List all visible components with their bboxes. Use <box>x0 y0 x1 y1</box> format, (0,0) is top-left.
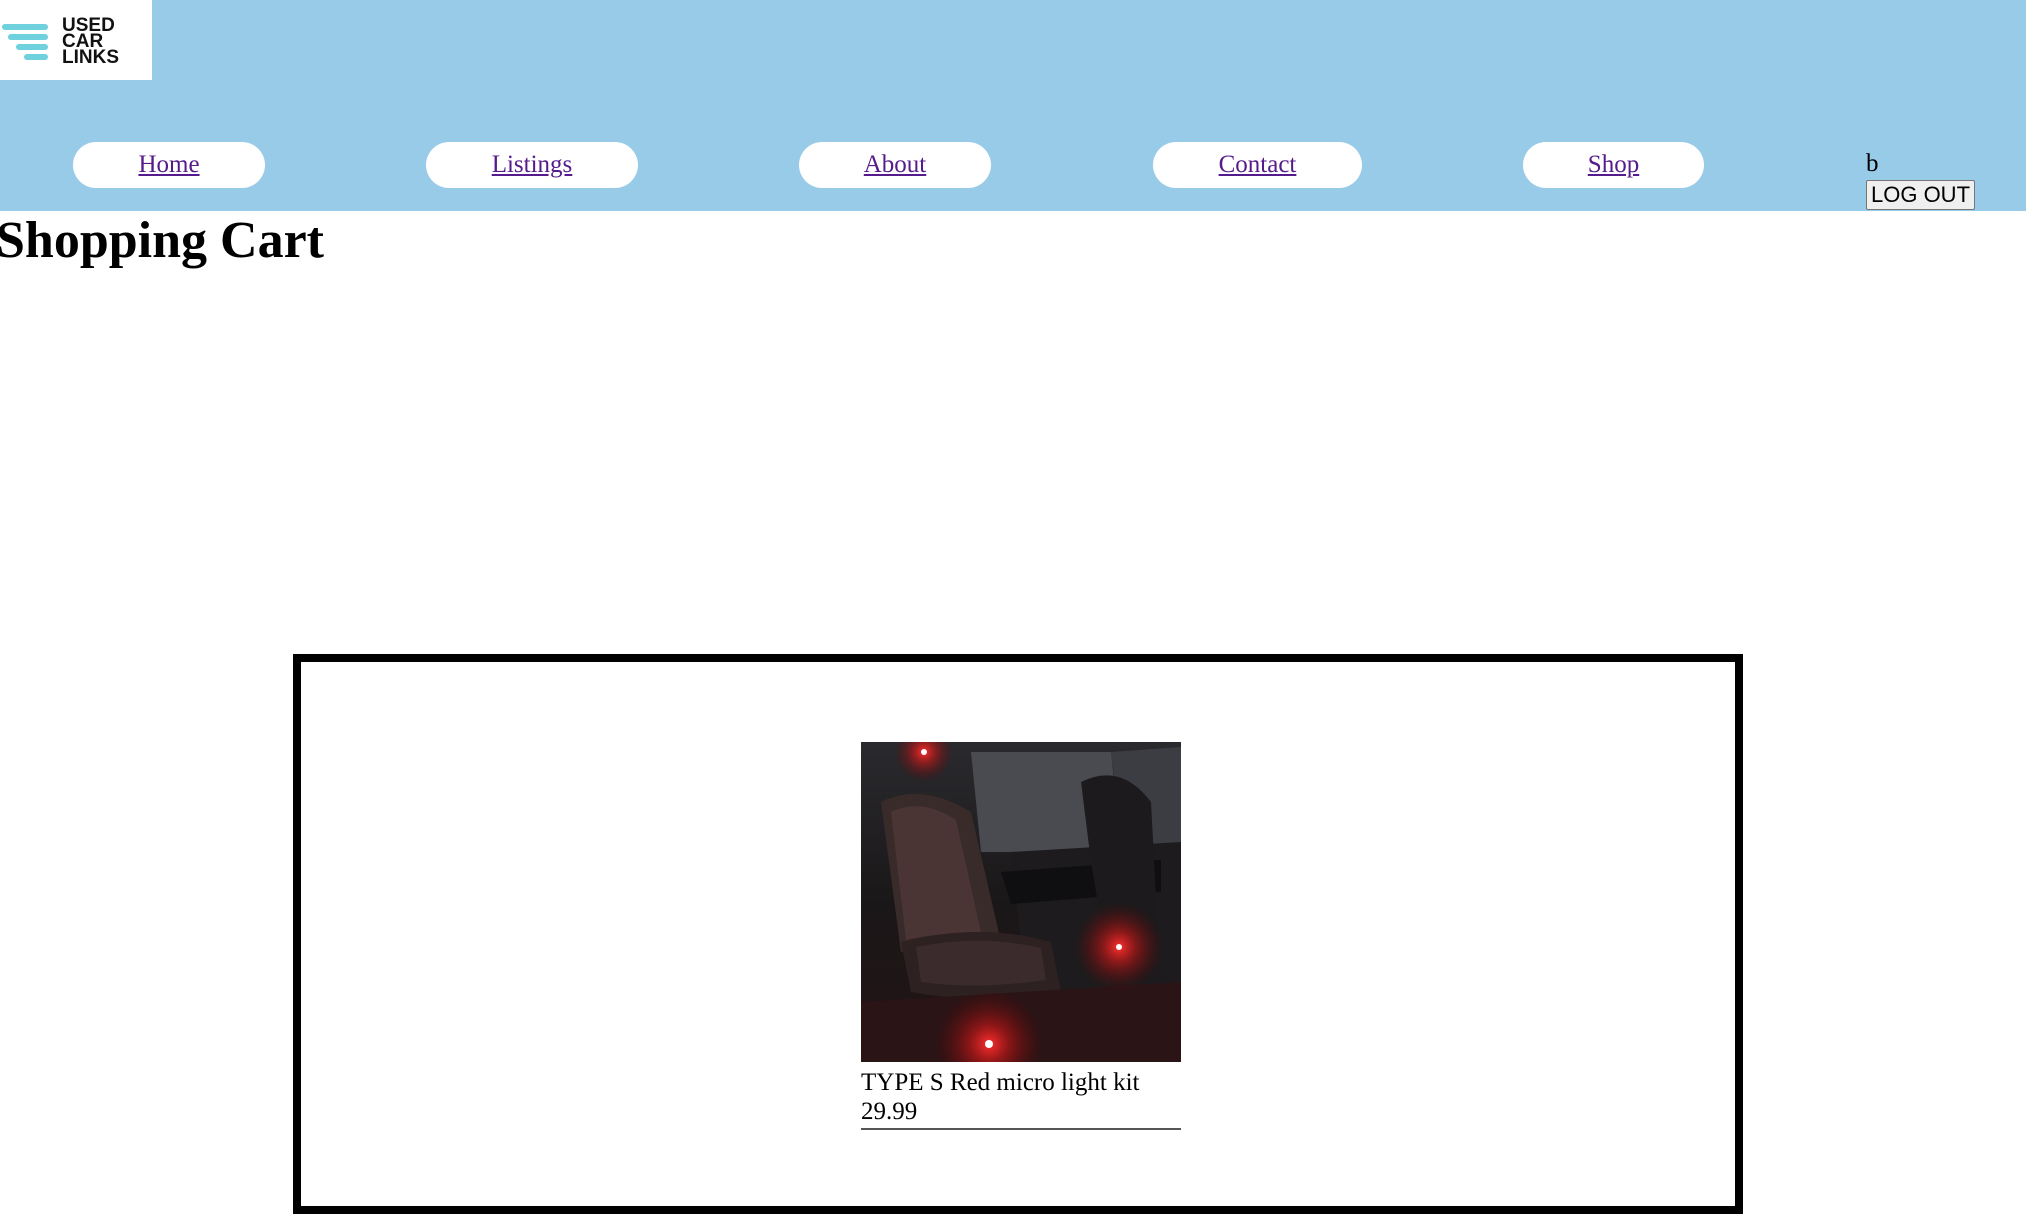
cart-item: TYPE S Red micro light kit 29.99 <box>861 742 1181 1130</box>
logout-button[interactable]: LOG OUT <box>1866 180 1976 210</box>
nav-link-home[interactable]: Home <box>138 151 199 179</box>
cart-item-price: 29.99 <box>861 1098 918 1125</box>
nav-link-shop[interactable]: Shop <box>1588 151 1639 179</box>
nav-item-contact: Contact <box>1153 142 1362 188</box>
nav-link-listings[interactable]: Listings <box>492 151 573 179</box>
nav-link-about[interactable]: About <box>864 151 927 179</box>
site-logo[interactable]: USED CAR LINKS <box>0 0 152 80</box>
nav-item-listings: Listings <box>426 142 638 188</box>
page-title: Shopping Cart <box>0 212 324 269</box>
nav-link-contact[interactable]: Contact <box>1219 151 1297 179</box>
nav-item-about: About <box>799 142 991 188</box>
user-area: b LOG OUT <box>1866 150 1976 210</box>
logo-icon: USED CAR LINKS <box>2 15 119 68</box>
site-header: USED CAR LINKS Home Listings About Conta… <box>0 0 2026 211</box>
cart-item-name: TYPE S Red micro light kit <box>861 1069 1140 1096</box>
nav-item-home: Home <box>73 142 265 188</box>
product-image[interactable] <box>861 742 1181 1062</box>
logo-text-line3: LINKS <box>62 47 119 68</box>
item-divider <box>861 1128 1181 1130</box>
username-label: b <box>1866 150 1879 177</box>
nav-item-shop: Shop <box>1523 142 1704 188</box>
